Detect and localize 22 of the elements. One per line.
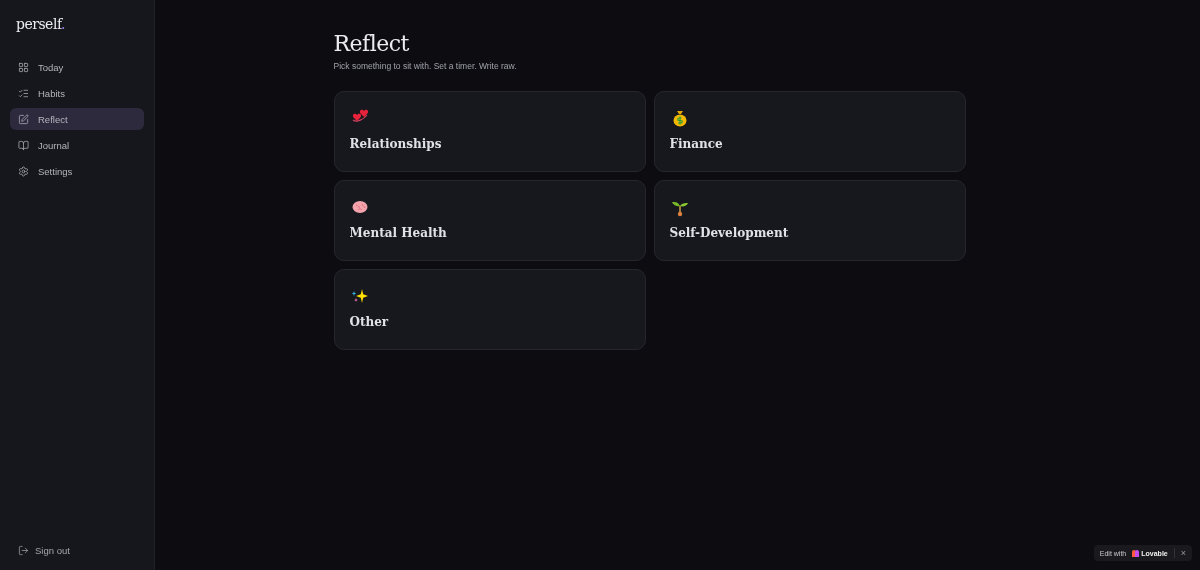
- topic-card[interactable]: Other: [333, 269, 646, 350]
- sign-out-link[interactable]: Sign out: [10, 545, 144, 556]
- nav-item[interactable]: Today: [10, 56, 144, 78]
- nav-item[interactable]: Journal: [10, 134, 144, 156]
- nav-item[interactable]: Habits: [10, 82, 144, 104]
- nav-item[interactable]: Reflect: [10, 108, 144, 130]
- grid-icon: [18, 61, 29, 73]
- sign-out-icon: [18, 545, 29, 556]
- settings-icon: [18, 165, 29, 177]
- heart-logo-icon: [1132, 549, 1140, 557]
- pen-square-icon: [18, 113, 29, 125]
- topic-card[interactable]: Finance: [653, 91, 966, 172]
- book-icon: [18, 139, 29, 151]
- checklist-icon: [18, 87, 29, 99]
- topic-card[interactable]: Relationships: [333, 91, 646, 172]
- nav-item[interactable]: Settings: [10, 160, 144, 182]
- topic-card[interactable]: Mental Health: [333, 180, 646, 261]
- app-logo[interactable]: perself.: [10, 16, 144, 32]
- topic-card[interactable]: Self-Development: [653, 180, 966, 261]
- page-subtitle: Pick something to sit with. Set a timer. Write raw.: [333, 61, 518, 71]
- close-button[interactable]: ×: [1173, 548, 1186, 558]
- page-title: Reflect: [333, 31, 410, 56]
